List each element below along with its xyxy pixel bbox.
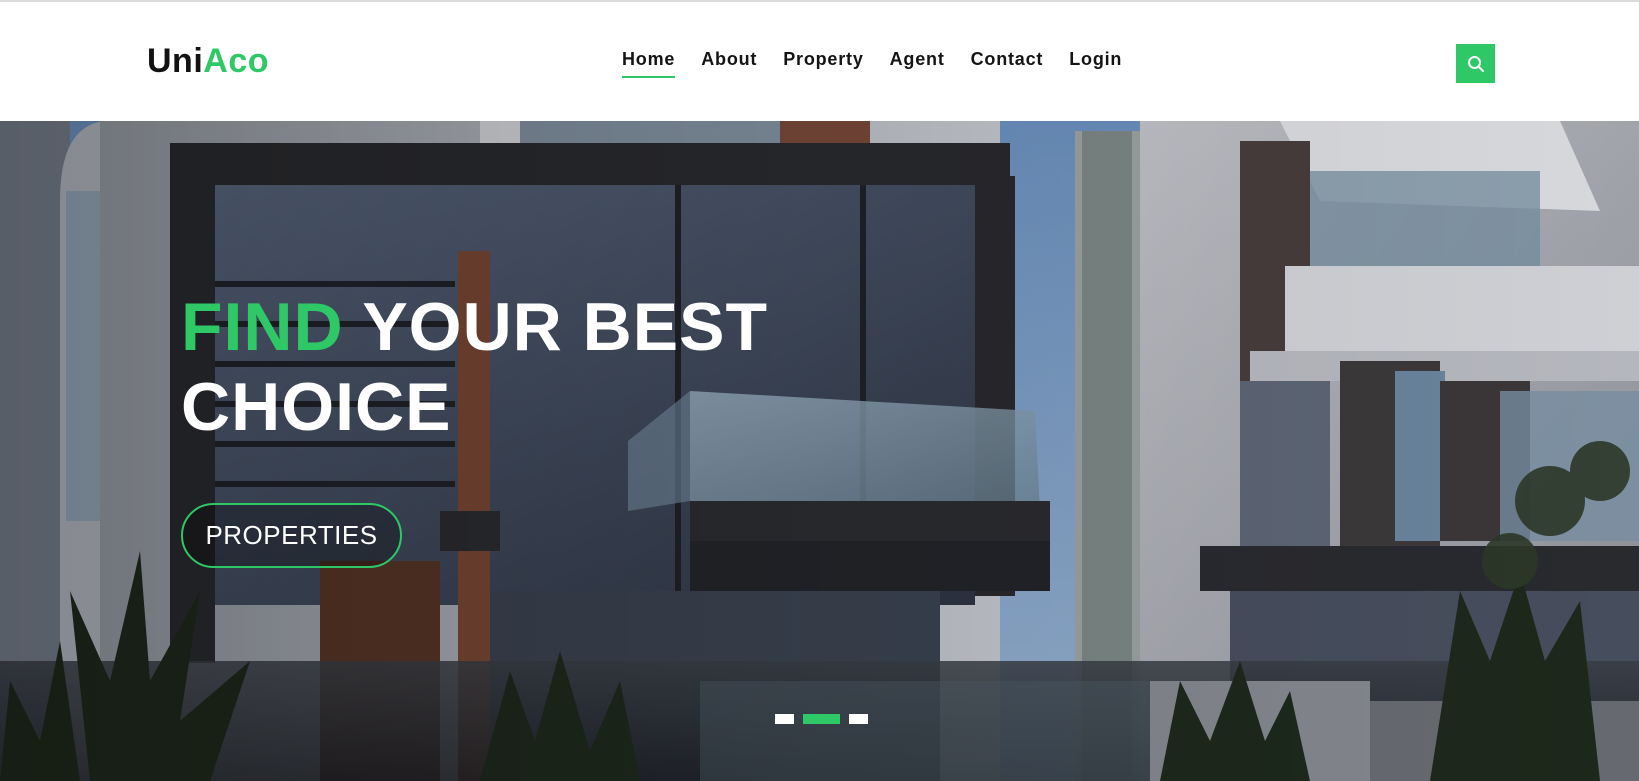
- site-logo[interactable]: UniAco: [147, 44, 269, 78]
- slider-dot-1[interactable]: [775, 714, 794, 724]
- hero-title: FIND YOUR BEST CHOICE: [181, 287, 881, 447]
- hero-slider: FIND YOUR BEST CHOICE PROPERTIES: [0, 121, 1639, 781]
- nav-agent[interactable]: Agent: [890, 49, 945, 78]
- main-nav: Home About Property Agent Contact Login: [622, 49, 1148, 78]
- nav-property[interactable]: Property: [783, 49, 863, 78]
- nav-home[interactable]: Home: [622, 49, 676, 78]
- search-icon: [1467, 55, 1484, 72]
- logo-part-uni: Uni: [147, 42, 204, 80]
- nav-about[interactable]: About: [701, 49, 757, 78]
- nav-contact[interactable]: Contact: [971, 49, 1044, 78]
- properties-button[interactable]: PROPERTIES: [181, 503, 402, 568]
- slider-dot-3[interactable]: [849, 714, 868, 724]
- search-button[interactable]: [1456, 44, 1495, 83]
- page: UniAco Home About Property Agent Contact…: [0, 0, 1639, 781]
- hero-title-accent: FIND: [181, 289, 344, 365]
- hero-overlay: [0, 121, 1639, 781]
- slider-pagination: [775, 714, 877, 724]
- nav-login[interactable]: Login: [1069, 49, 1122, 78]
- site-header: UniAco Home About Property Agent Contact…: [0, 0, 1639, 121]
- logo-part-aco: Aco: [203, 42, 270, 80]
- slider-dot-2[interactable]: [803, 714, 840, 724]
